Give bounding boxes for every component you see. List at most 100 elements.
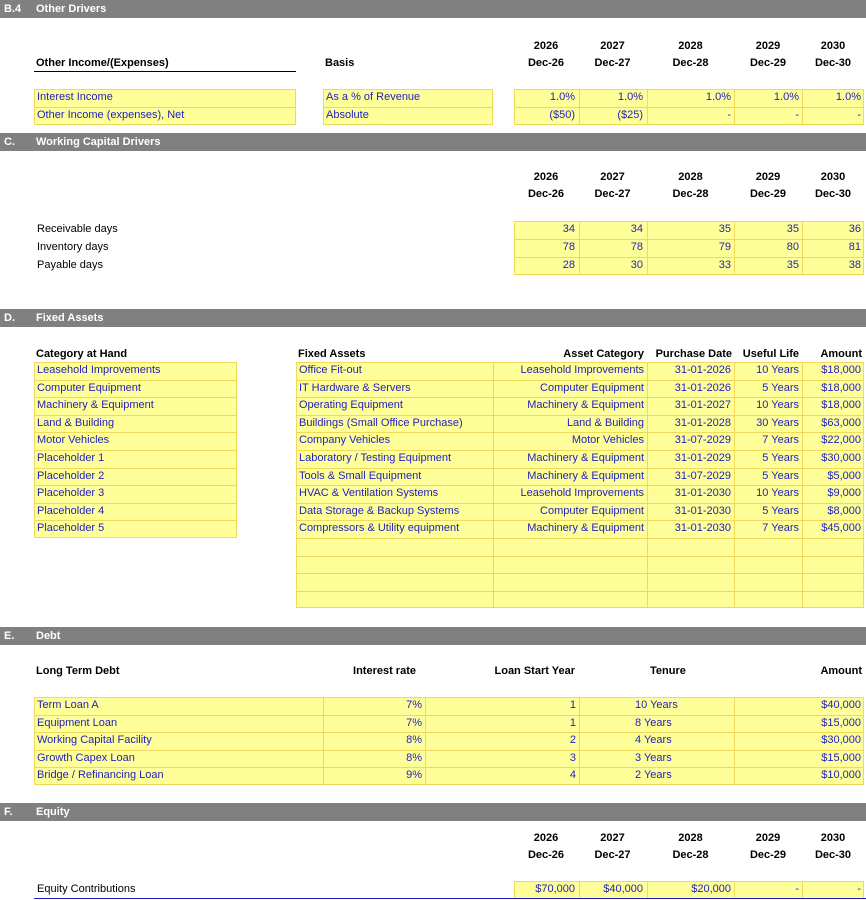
purchase-date[interactable]: 31-01-2029 (647, 450, 734, 467)
loan-start-year[interactable]: 1 (425, 715, 579, 732)
useful-life[interactable]: 30 Years (734, 415, 802, 432)
value-cell[interactable]: 35 (647, 221, 734, 238)
asset-amount[interactable]: $22,000 (802, 432, 864, 449)
value-cell[interactable]: - (802, 107, 864, 124)
useful-life[interactable]: 7 Years (734, 432, 802, 449)
category-item[interactable]: Computer Equipment (34, 380, 237, 397)
purchase-date[interactable]: 31-01-2026 (647, 362, 734, 379)
interest-rate[interactable]: 7% (323, 715, 425, 732)
loan-name[interactable]: Bridge / Refinancing Loan (34, 767, 323, 784)
asset-category[interactable]: Land & Building (493, 415, 647, 432)
category-item[interactable]: Leasehold Improvements (34, 362, 237, 379)
value-cell[interactable]: 34 (579, 221, 646, 238)
value-cell[interactable]: - (734, 107, 802, 124)
category-item[interactable]: Motor Vehicles (34, 432, 237, 449)
category-item[interactable]: Machinery & Equipment (34, 397, 237, 414)
asset-category[interactable]: Computer Equipment (493, 380, 647, 397)
purchase-date[interactable]: 31-01-2030 (647, 503, 734, 520)
value-cell[interactable]: 81 (802, 239, 864, 256)
value-cell[interactable]: 1.0% (647, 89, 734, 106)
loan-start-year[interactable]: 3 (425, 750, 579, 767)
useful-life[interactable]: 10 Years (734, 397, 802, 414)
loan-start-year[interactable]: 4 (425, 767, 579, 784)
value-cell[interactable]: ($25) (579, 107, 646, 124)
asset-category[interactable]: Machinery & Equipment (493, 520, 647, 537)
loan-name[interactable]: Equipment Loan (34, 715, 323, 732)
loan-start-year[interactable]: 2 (425, 732, 579, 749)
value-cell[interactable]: 30 (579, 257, 646, 274)
useful-life[interactable]: 5 Years (734, 450, 802, 467)
value-cell[interactable]: 1.0% (802, 89, 864, 106)
asset-amount[interactable]: $8,000 (802, 503, 864, 520)
asset-name[interactable]: HVAC & Ventilation Systems (296, 485, 493, 502)
useful-life[interactable]: 5 Years (734, 503, 802, 520)
loan-amount[interactable]: $15,000 (734, 750, 864, 767)
loan-tenure[interactable]: 8 Years (632, 715, 734, 732)
purchase-date[interactable]: 31-07-2029 (647, 432, 734, 449)
asset-name[interactable]: Data Storage & Backup Systems (296, 503, 493, 520)
useful-life[interactable]: 7 Years (734, 520, 802, 537)
asset-amount[interactable]: $9,000 (802, 485, 864, 502)
loan-name[interactable]: Term Loan A (34, 697, 323, 714)
basis-value[interactable]: As a % of Revenue (323, 89, 493, 106)
asset-amount[interactable]: $45,000 (802, 520, 864, 537)
loan-tenure[interactable]: 4 Years (632, 732, 734, 749)
value-cell[interactable]: - (802, 881, 864, 898)
value-cell[interactable]: 79 (647, 239, 734, 256)
interest-rate[interactable]: 9% (323, 767, 425, 784)
value-cell[interactable]: $40,000 (579, 881, 646, 898)
interest-rate[interactable]: 7% (323, 697, 425, 714)
purchase-date[interactable]: 31-01-2026 (647, 380, 734, 397)
asset-name[interactable]: Operating Equipment (296, 397, 493, 414)
purchase-date[interactable]: 31-01-2030 (647, 520, 734, 537)
purchase-date[interactable]: 31-07-2029 (647, 468, 734, 485)
loan-tenure[interactable]: 10 Years (632, 697, 734, 714)
purchase-date[interactable]: 31-01-2027 (647, 397, 734, 414)
asset-name[interactable]: Compressors & Utility equipment (296, 520, 493, 537)
category-item[interactable]: Placeholder 2 (34, 468, 237, 485)
asset-amount[interactable]: $5,000 (802, 468, 864, 485)
value-cell[interactable]: 28 (514, 257, 578, 274)
asset-name[interactable]: Office Fit-out (296, 362, 493, 379)
asset-amount[interactable]: $18,000 (802, 362, 864, 379)
asset-category[interactable]: Leasehold Improvements (493, 485, 647, 502)
asset-category[interactable]: Machinery & Equipment (493, 397, 647, 414)
value-cell[interactable]: 1.0% (579, 89, 646, 106)
asset-category[interactable]: Motor Vehicles (493, 432, 647, 449)
asset-amount[interactable]: $30,000 (802, 450, 864, 467)
asset-category[interactable]: Leasehold Improvements (493, 362, 647, 379)
loan-tenure[interactable]: 2 Years (632, 767, 734, 784)
category-item[interactable]: Land & Building (34, 415, 237, 432)
purchase-date[interactable]: 31-01-2028 (647, 415, 734, 432)
asset-amount[interactable]: $63,000 (802, 415, 864, 432)
asset-name[interactable]: Company Vehicles (296, 432, 493, 449)
value-cell[interactable]: 34 (514, 221, 578, 238)
asset-amount[interactable]: $18,000 (802, 397, 864, 414)
basis-value[interactable]: Absolute (323, 107, 493, 124)
loan-tenure[interactable]: 3 Years (632, 750, 734, 767)
useful-life[interactable]: 10 Years (734, 362, 802, 379)
asset-name[interactable]: Tools & Small Equipment (296, 468, 493, 485)
value-cell[interactable]: 1.0% (514, 89, 578, 106)
value-cell[interactable]: $70,000 (514, 881, 578, 898)
value-cell[interactable]: 78 (579, 239, 646, 256)
interest-rate[interactable]: 8% (323, 750, 425, 767)
useful-life[interactable]: 5 Years (734, 468, 802, 485)
loan-amount[interactable]: $15,000 (734, 715, 864, 732)
category-item[interactable]: Placeholder 3 (34, 485, 237, 502)
loan-name[interactable]: Growth Capex Loan (34, 750, 323, 767)
purchase-date[interactable]: 31-01-2030 (647, 485, 734, 502)
useful-life[interactable]: 5 Years (734, 380, 802, 397)
loan-amount[interactable]: $40,000 (734, 697, 864, 714)
useful-life[interactable]: 10 Years (734, 485, 802, 502)
asset-name[interactable]: IT Hardware & Servers (296, 380, 493, 397)
asset-category[interactable]: Machinery & Equipment (493, 468, 647, 485)
asset-name[interactable]: Buildings (Small Office Purchase) (296, 415, 493, 432)
asset-amount[interactable]: $18,000 (802, 380, 864, 397)
asset-name[interactable]: Laboratory / Testing Equipment (296, 450, 493, 467)
asset-category[interactable]: Machinery & Equipment (493, 450, 647, 467)
value-cell[interactable]: - (647, 107, 734, 124)
asset-category[interactable]: Computer Equipment (493, 503, 647, 520)
value-cell[interactable]: 35 (734, 257, 802, 274)
loan-amount[interactable]: $10,000 (734, 767, 864, 784)
